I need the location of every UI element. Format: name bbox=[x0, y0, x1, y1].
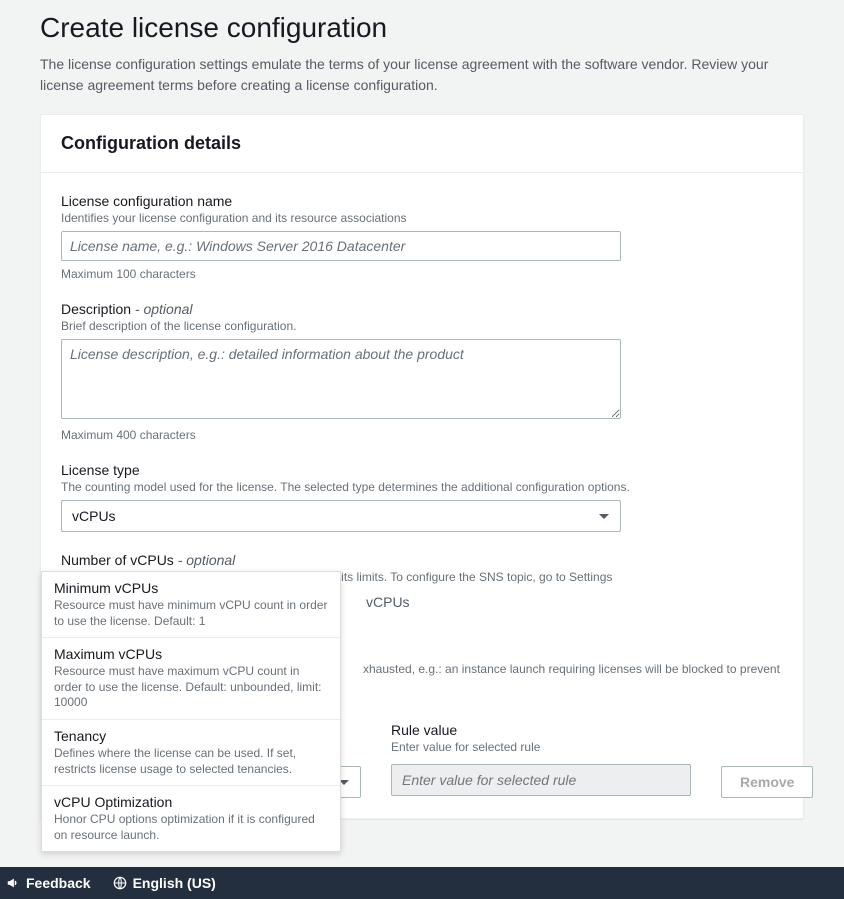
description-constraint: Maximum 400 characters bbox=[61, 428, 783, 442]
description-label-text: Description bbox=[61, 301, 131, 317]
feedback-link[interactable]: Feedback bbox=[6, 875, 91, 891]
field-license-name: License configuration name Identifies yo… bbox=[61, 193, 783, 281]
license-type-label: License type bbox=[61, 462, 783, 478]
panel-title: Configuration details bbox=[61, 133, 783, 154]
field-description: Description - optional Brief description… bbox=[61, 301, 783, 442]
dropdown-option-title: Minimum vCPUs bbox=[54, 580, 328, 596]
dropdown-option-title: Tenancy bbox=[54, 728, 328, 744]
description-label: Description - optional bbox=[61, 301, 783, 317]
dropdown-option-desc: Honor CPU options optimization if it is … bbox=[54, 812, 328, 843]
vcpus-unit-text: vCPUs bbox=[366, 594, 410, 610]
field-license-type: License type The counting model used for… bbox=[61, 462, 783, 532]
number-vcpus-label-text: Number of vCPUs bbox=[61, 552, 174, 568]
language-selector[interactable]: English (US) bbox=[113, 875, 216, 891]
description-optional: - optional bbox=[131, 301, 192, 317]
dropdown-option-desc: Resource must have minimum vCPU count in… bbox=[54, 598, 328, 629]
megaphone-icon bbox=[6, 876, 20, 890]
dropdown-option-vcpu-optimization[interactable]: vCPU Optimization Honor CPU options opti… bbox=[42, 786, 340, 851]
license-type-select[interactable]: vCPUs bbox=[61, 500, 621, 532]
dropdown-option-desc: Defines where the license can be used. I… bbox=[54, 746, 328, 777]
dropdown-option-max-vcpus[interactable]: Maximum vCPUs Resource must have maximum… bbox=[42, 638, 340, 720]
license-name-constraint: Maximum 100 characters bbox=[61, 267, 783, 281]
remove-rule-button[interactable]: Remove bbox=[721, 766, 813, 798]
rule-value-label: Rule value bbox=[391, 722, 691, 738]
footer-bar: Feedback English (US) bbox=[0, 867, 844, 899]
license-name-label: License configuration name bbox=[61, 193, 783, 209]
language-label: English (US) bbox=[133, 875, 216, 891]
enforce-hint-tail: xhausted, e.g.: an instance launch requi… bbox=[363, 662, 780, 676]
dropdown-option-tenancy[interactable]: Tenancy Defines where the license can be… bbox=[42, 720, 340, 786]
caret-down-icon bbox=[598, 508, 610, 524]
dropdown-option-desc: Resource must have maximum vCPU count in… bbox=[54, 664, 328, 711]
config-details-panel: Configuration details License configurat… bbox=[40, 114, 804, 819]
globe-icon bbox=[113, 876, 127, 890]
description-input[interactable] bbox=[61, 339, 621, 419]
license-type-hint: The counting model used for the license.… bbox=[61, 480, 783, 494]
number-vcpus-label: Number of vCPUs - optional bbox=[61, 552, 783, 568]
page-title: Create license configuration bbox=[40, 12, 804, 44]
license-name-hint: Identifies your license configuration an… bbox=[61, 211, 783, 225]
description-hint: Brief description of the license configu… bbox=[61, 319, 783, 333]
license-name-input[interactable] bbox=[61, 231, 621, 261]
dropdown-option-title: Maximum vCPUs bbox=[54, 646, 328, 662]
dropdown-option-min-vcpus[interactable]: Minimum vCPUs Resource must have minimum… bbox=[42, 572, 340, 638]
rule-value-hint: Enter value for selected rule bbox=[391, 740, 691, 754]
number-vcpus-optional: - optional bbox=[174, 552, 235, 568]
dropdown-option-title: vCPU Optimization bbox=[54, 794, 328, 810]
page-subtitle: The license configuration settings emula… bbox=[40, 54, 804, 96]
license-type-value: vCPUs bbox=[72, 508, 116, 524]
rule-type-dropdown: Minimum vCPUs Resource must have minimum… bbox=[41, 571, 341, 852]
rule-value-input[interactable] bbox=[391, 764, 691, 796]
feedback-label: Feedback bbox=[26, 875, 91, 891]
